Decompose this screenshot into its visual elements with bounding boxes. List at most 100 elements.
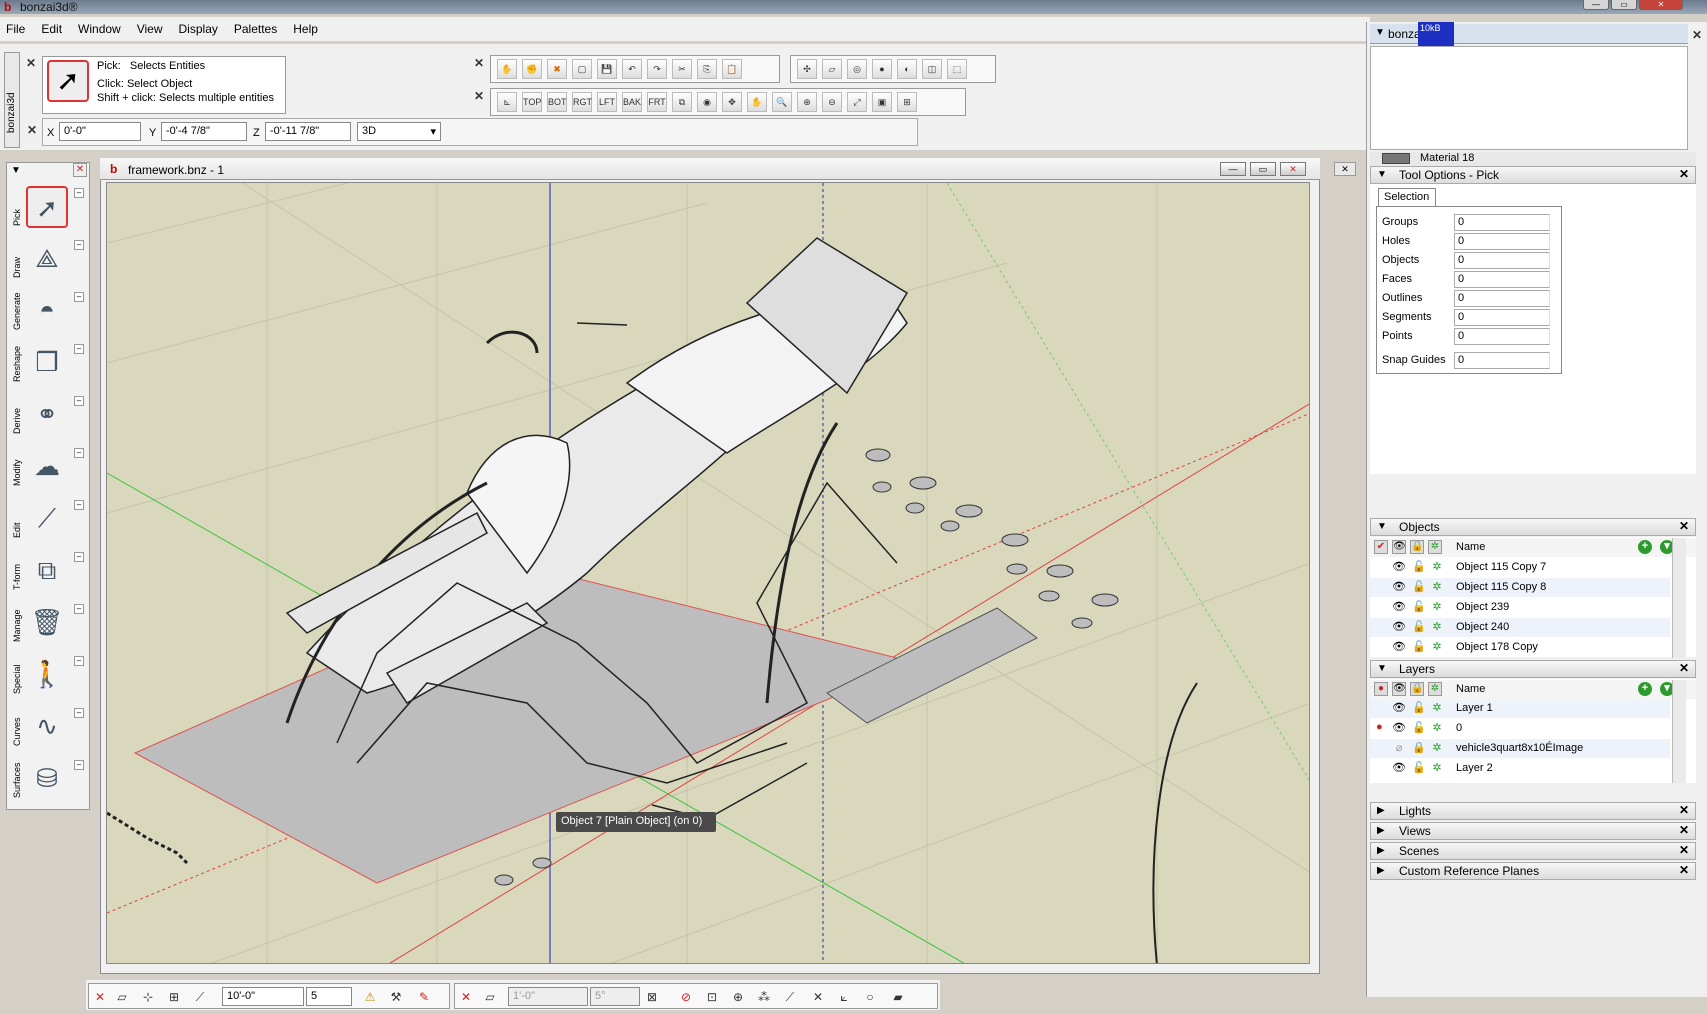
menu-palettes[interactable]: Palettes (234, 22, 277, 36)
tool-manage[interactable]: Manage 🗑 – (6, 598, 86, 648)
warning-icon[interactable]: ⚠ (360, 987, 380, 1007)
reference-planes-header[interactable]: ▶ Custom Reference Planes ✕ (1370, 862, 1696, 880)
tool-modify[interactable]: Modify ☁ – (6, 442, 86, 492)
minimize-icon[interactable]: – (74, 760, 84, 770)
close-icon[interactable]: ✕ (26, 56, 36, 70)
list-item[interactable]: 👁 🔓 ✲ Object 178 Copy (1370, 638, 1670, 657)
snap-mode-icon[interactable]: ⊠ (642, 987, 662, 1007)
render-sphere-icon[interactable]: ◐ (897, 59, 917, 79)
lock-icon[interactable]: 🔓 (1412, 640, 1426, 654)
no-snap-icon[interactable]: ⊘ (676, 987, 696, 1007)
snap-distance-input[interactable]: 1'-0" (508, 987, 588, 1006)
view-bottom-button[interactable]: BOT (547, 92, 567, 112)
view-back-button[interactable]: BAK (622, 92, 642, 112)
list-item[interactable]: ● 👁 🔓 ✲ 0 (1370, 719, 1670, 738)
tool-generate[interactable]: Generate ◓ – (6, 286, 86, 336)
eye-icon[interactable]: 👁 (1392, 682, 1406, 696)
minimize-icon[interactable]: – (74, 396, 84, 406)
lock-icon[interactable]: 🔒 (1410, 682, 1424, 696)
eye-icon[interactable]: 👁 (1392, 600, 1406, 614)
plane-icon[interactable]: ▱ (822, 59, 842, 79)
menu-file[interactable]: File (6, 22, 25, 36)
edit-icon[interactable]: ✎ (414, 987, 434, 1007)
zoom-extents-icon[interactable]: ⤢ (847, 92, 867, 112)
add-object-button[interactable]: + (1638, 540, 1652, 554)
minimize-icon[interactable]: – (74, 292, 84, 302)
minimize-icon[interactable]: – (74, 708, 84, 718)
list-item[interactable]: 👁 🔓 ✲ Object 240 (1370, 618, 1670, 637)
snap-point-icon[interactable]: ⊡ (702, 987, 722, 1007)
close-icon[interactable]: ✕ (73, 163, 87, 177)
minimize-button[interactable]: — (1583, 0, 1609, 10)
open-hand-icon[interactable]: ✋ (497, 59, 517, 79)
grid-icon[interactable]: ⊞ (164, 987, 184, 1007)
eye-icon[interactable]: 👁 (1392, 761, 1406, 775)
layers-header[interactable]: ▼ Layers ✕ (1370, 660, 1696, 678)
zoom-in-icon[interactable]: ⊕ (797, 92, 817, 112)
snap-icon[interactable]: ✲ (1430, 640, 1444, 654)
points-field[interactable]: 0 (1454, 328, 1550, 345)
minimize-icon[interactable]: – (74, 552, 84, 562)
menu-display[interactable]: Display (179, 22, 218, 36)
layers-scrollbar[interactable] (1672, 680, 1686, 783)
list-item[interactable]: 👁 🔓 ✲ Object 239 (1370, 598, 1670, 617)
close-icon[interactable]: ✕ (1679, 519, 1689, 533)
segments-field[interactable]: 0 (1454, 309, 1550, 326)
tools-icon[interactable]: ⚒ (386, 987, 406, 1007)
axis-icon[interactable]: ✣ (797, 59, 817, 79)
close-icon[interactable]: ✕ (90, 987, 110, 1007)
paste-icon[interactable]: 📋 (722, 59, 742, 79)
close-button[interactable]: ✕ (1639, 0, 1683, 10)
view-mode-select[interactable]: 3D ▾ (357, 122, 441, 141)
snap-icon[interactable]: ✲ (1428, 682, 1442, 696)
check-icon[interactable]: ✔ (1374, 540, 1388, 554)
objects-field[interactable]: 0 (1454, 252, 1550, 269)
close-icon[interactable]: ✕ (1679, 843, 1689, 857)
snap-icon[interactable]: ✲ (1430, 701, 1444, 715)
y-coordinate-input[interactable]: -0'-4 7/8" (161, 122, 247, 141)
cut-icon[interactable]: ✂ (672, 59, 692, 79)
cancel-icon[interactable]: ✖ (547, 59, 567, 79)
tool-edit[interactable]: Edit ⟋ – (6, 494, 86, 544)
lock-icon[interactable]: 🔓 (1412, 761, 1426, 775)
active-layer-icon[interactable]: ● (1374, 682, 1388, 696)
grid-spacing-input[interactable]: 10'-0" (222, 987, 304, 1006)
close-icon[interactable]: ✕ (27, 123, 37, 137)
lock-icon[interactable]: 🔓 (1412, 701, 1426, 715)
doc-close-button[interactable]: ✕ (1280, 162, 1306, 176)
close-icon[interactable]: ✕ (474, 56, 484, 70)
material-row[interactable]: Material 18 (1370, 152, 1696, 166)
tool-draw[interactable]: Draw ⟁ – (6, 234, 86, 284)
minimize-icon[interactable]: – (74, 656, 84, 666)
holes-field[interactable]: 0 (1454, 233, 1550, 250)
eye-icon[interactable]: 👁 (1392, 721, 1406, 735)
model-scene[interactable] (107, 183, 1310, 964)
add-layer-button[interactable]: + (1638, 682, 1652, 696)
snap-icon[interactable]: ✲ (1430, 721, 1444, 735)
close-icon[interactable]: ✕ (1334, 162, 1356, 176)
list-item[interactable]: 👁 🔓 ✲ Object 115 Copy 7 (1370, 558, 1670, 577)
lock-icon[interactable]: 🔓 (1412, 560, 1426, 574)
doc-maximize-button[interactable]: ▭ (1250, 162, 1276, 176)
close-icon[interactable]: ✕ (1679, 167, 1689, 181)
eye-icon[interactable]: 👁 (1392, 620, 1406, 634)
grab-icon[interactable]: ✊ (522, 59, 542, 79)
arrow-curve[interactable] (651, 762, 808, 820)
shaded-sphere-icon[interactable]: ● (872, 59, 892, 79)
tool-curves[interactable]: Curves ∿ – (6, 702, 86, 752)
minimize-icon[interactable]: – (74, 448, 84, 458)
close-icon[interactable]: ✕ (1679, 823, 1689, 837)
grid-divisions-input[interactable]: 5 (306, 987, 352, 1006)
bead-chain[interactable] (107, 811, 189, 865)
objects-scrollbar[interactable] (1672, 538, 1686, 658)
new-file-icon[interactable]: ▢ (572, 59, 592, 79)
scenes-header[interactable]: ▶ Scenes ✕ (1370, 842, 1696, 860)
view-right-button[interactable]: RGT (572, 92, 592, 112)
menu-help[interactable]: Help (293, 22, 318, 36)
save-view-icon[interactable]: ⊞ (897, 92, 917, 112)
box-icon[interactable]: ⬚ (947, 59, 967, 79)
close-icon[interactable]: ✕ (474, 89, 484, 103)
snap-icon[interactable]: ✲ (1428, 540, 1442, 554)
copy-icon[interactable]: ⎘ (697, 59, 717, 79)
view-top-button[interactable]: TOP (522, 92, 542, 112)
